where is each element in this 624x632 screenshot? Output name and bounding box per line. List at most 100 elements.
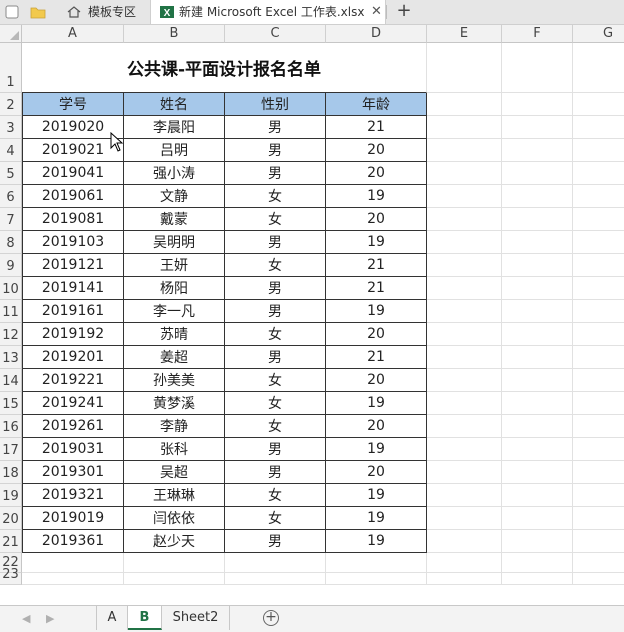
- sheet-tab-b[interactable]: B: [128, 606, 162, 630]
- row-header-19[interactable]: 19: [0, 484, 22, 507]
- cell[interactable]: [427, 93, 502, 116]
- table-cell[interactable]: 2019361: [22, 530, 124, 553]
- row-header-7[interactable]: 7: [0, 208, 22, 231]
- folder-icon[interactable]: [30, 4, 46, 20]
- cell[interactable]: [427, 43, 502, 93]
- cell[interactable]: [502, 484, 573, 507]
- table-cell[interactable]: 赵少天: [124, 530, 225, 553]
- table-cell[interactable]: 2019019: [22, 507, 124, 530]
- row-header-1[interactable]: 1: [0, 43, 22, 93]
- row-header-3[interactable]: 3: [0, 116, 22, 139]
- cell[interactable]: [22, 553, 124, 573]
- table-cell[interactable]: 19: [326, 484, 427, 507]
- cell[interactable]: [502, 553, 573, 573]
- cell[interactable]: [573, 116, 624, 139]
- table-cell[interactable]: 20: [326, 323, 427, 346]
- table-cell[interactable]: 21: [326, 277, 427, 300]
- scroll-right-icon[interactable]: ▶: [46, 612, 54, 625]
- cell[interactable]: [502, 392, 573, 415]
- table-cell[interactable]: 女: [225, 254, 326, 277]
- cell[interactable]: [427, 139, 502, 162]
- row-header-8[interactable]: 8: [0, 231, 22, 254]
- tab-template-zone[interactable]: 模板专区: [58, 0, 150, 24]
- cell[interactable]: [124, 573, 225, 585]
- table-cell[interactable]: 2019201: [22, 346, 124, 369]
- table-cell[interactable]: 男: [225, 300, 326, 323]
- table-cell[interactable]: 19: [326, 300, 427, 323]
- table-cell[interactable]: 21: [326, 116, 427, 139]
- table-cell[interactable]: 2019020: [22, 116, 124, 139]
- table-header-cell[interactable]: 姓名: [124, 93, 225, 116]
- cell[interactable]: [502, 231, 573, 254]
- cell[interactable]: [502, 369, 573, 392]
- tab-excel-file[interactable]: X 新建 Microsoft Excel 工作表.xlsx ✕: [150, 0, 386, 24]
- column-header-f[interactable]: F: [502, 25, 573, 43]
- table-cell[interactable]: 孙美美: [124, 369, 225, 392]
- table-cell[interactable]: 男: [225, 438, 326, 461]
- cell[interactable]: [573, 43, 624, 93]
- table-cell[interactable]: 戴蒙: [124, 208, 225, 231]
- cell[interactable]: [502, 93, 573, 116]
- cell[interactable]: [502, 530, 573, 553]
- table-cell[interactable]: 2019301: [22, 461, 124, 484]
- cell[interactable]: [427, 573, 502, 585]
- table-cell[interactable]: 20: [326, 162, 427, 185]
- table-cell[interactable]: 男: [225, 461, 326, 484]
- select-all-corner[interactable]: [0, 25, 22, 43]
- row-header-20[interactable]: 20: [0, 507, 22, 530]
- cell[interactable]: [502, 208, 573, 231]
- table-cell[interactable]: 2019081: [22, 208, 124, 231]
- cell[interactable]: [502, 461, 573, 484]
- table-cell[interactable]: 王妍: [124, 254, 225, 277]
- table-cell[interactable]: 20: [326, 415, 427, 438]
- cell[interactable]: [573, 346, 624, 369]
- cell[interactable]: [427, 369, 502, 392]
- table-cell[interactable]: 女: [225, 185, 326, 208]
- cell[interactable]: [502, 573, 573, 585]
- table-cell[interactable]: 吕明: [124, 139, 225, 162]
- table-cell[interactable]: 2019321: [22, 484, 124, 507]
- table-cell[interactable]: 2019261: [22, 415, 124, 438]
- cell[interactable]: [502, 323, 573, 346]
- table-cell[interactable]: 20: [326, 461, 427, 484]
- cell[interactable]: [573, 530, 624, 553]
- table-cell[interactable]: 李静: [124, 415, 225, 438]
- row-header-6[interactable]: 6: [0, 185, 22, 208]
- table-cell[interactable]: 杨阳: [124, 277, 225, 300]
- table-cell[interactable]: 女: [225, 323, 326, 346]
- row-header-17[interactable]: 17: [0, 438, 22, 461]
- cell[interactable]: [22, 573, 124, 585]
- cell[interactable]: [502, 139, 573, 162]
- table-cell[interactable]: 19: [326, 530, 427, 553]
- cell[interactable]: [427, 484, 502, 507]
- cell[interactable]: [326, 553, 427, 573]
- table-cell[interactable]: 男: [225, 139, 326, 162]
- table-cell[interactable]: 王琳琳: [124, 484, 225, 507]
- cell[interactable]: [502, 116, 573, 139]
- row-header-14[interactable]: 14: [0, 369, 22, 392]
- cell[interactable]: [573, 392, 624, 415]
- table-cell[interactable]: 2019192: [22, 323, 124, 346]
- table-cell[interactable]: 19: [326, 392, 427, 415]
- table-cell[interactable]: 19: [326, 507, 427, 530]
- cell[interactable]: [573, 300, 624, 323]
- column-header-a[interactable]: A: [22, 25, 124, 43]
- cell[interactable]: [573, 254, 624, 277]
- row-header-2[interactable]: 2: [0, 93, 22, 116]
- row-header-18[interactable]: 18: [0, 461, 22, 484]
- cell[interactable]: [427, 392, 502, 415]
- row-header-16[interactable]: 16: [0, 415, 22, 438]
- table-cell[interactable]: 文静: [124, 185, 225, 208]
- table-cell[interactable]: 2019061: [22, 185, 124, 208]
- app-square-icon[interactable]: [4, 4, 20, 20]
- row-header-13[interactable]: 13: [0, 346, 22, 369]
- table-cell[interactable]: 李一凡: [124, 300, 225, 323]
- table-header-cell[interactable]: 学号: [22, 93, 124, 116]
- table-cell[interactable]: 2019103: [22, 231, 124, 254]
- column-header-b[interactable]: B: [124, 25, 225, 43]
- table-cell[interactable]: 2019021: [22, 139, 124, 162]
- column-header-c[interactable]: C: [225, 25, 326, 43]
- table-cell[interactable]: 2019221: [22, 369, 124, 392]
- table-cell[interactable]: 2019161: [22, 300, 124, 323]
- cell[interactable]: [502, 185, 573, 208]
